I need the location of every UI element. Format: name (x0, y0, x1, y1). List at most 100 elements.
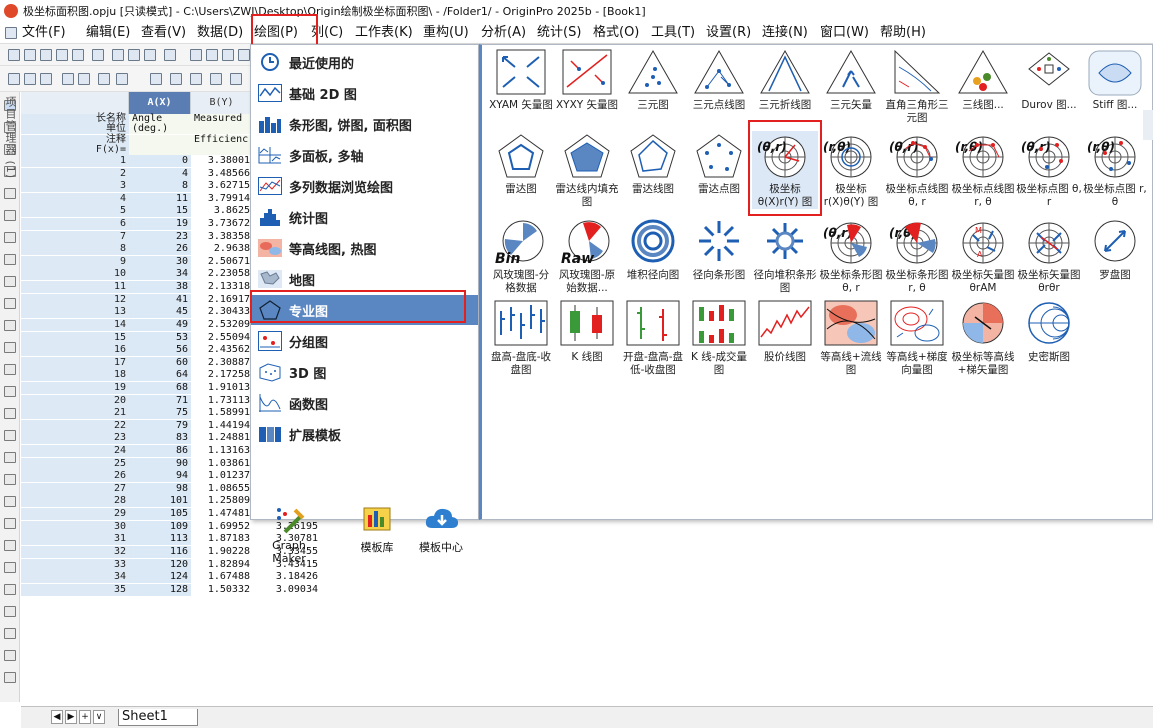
meta-cell-b[interactable] (191, 124, 253, 135)
gallery-item[interactable]: 股价线图 (752, 299, 818, 364)
row-number[interactable]: 16 (21, 344, 129, 357)
save-icon[interactable] (222, 49, 234, 61)
text-tool-icon[interactable] (4, 276, 16, 287)
gallery-item[interactable]: M A 极坐标矢量图 θrAM (950, 217, 1016, 295)
gallery-item[interactable]: (r,θ) 极坐标点线图 r, θ (950, 131, 1016, 209)
plot-menu-function[interactable]: 函数图 (251, 388, 478, 418)
row-number[interactable]: 6 (21, 218, 129, 231)
gallery-item[interactable]: 雷达点图 (686, 131, 752, 196)
rectangle-tool-icon[interactable] (4, 342, 16, 353)
row-number[interactable]: 7 (21, 230, 129, 243)
cell-b[interactable]: 3.79914 (191, 193, 253, 205)
cell-a[interactable]: 45 (129, 306, 191, 319)
gallery-item[interactable]: Raw 风玫瑰图-原始数据... (554, 217, 620, 295)
row-number[interactable]: 32 (21, 545, 129, 558)
row-number[interactable]: 26 (21, 470, 129, 483)
row-number[interactable]: 28 (21, 495, 129, 508)
gallery-scroll-edge[interactable] (1143, 110, 1153, 140)
gallery-item[interactable]: Durov 图... (1016, 47, 1082, 112)
cell-a[interactable]: 68 (129, 381, 191, 394)
cell-a[interactable]: 101 (129, 495, 191, 508)
undo-icon[interactable] (8, 73, 20, 85)
gallery-item[interactable]: 三元折线图 (752, 47, 818, 112)
cell-b[interactable]: 1.44194 (191, 420, 253, 432)
first-sheet-button[interactable]: ◀ (51, 710, 63, 724)
row-number[interactable]: 9 (21, 255, 129, 268)
menu-view[interactable]: 查看(V) (141, 24, 186, 42)
cell-a[interactable]: 124 (129, 571, 191, 584)
cell-b[interactable]: 1.82894 (191, 559, 253, 571)
cell-b[interactable]: 1.08655 (191, 483, 253, 495)
menu-connect[interactable]: 连接(N) (762, 24, 808, 42)
gallery-item[interactable]: Bin 风玫瑰图-分格数据 (488, 217, 554, 295)
cell-a[interactable]: 11 (129, 192, 191, 205)
row-number[interactable]: 30 (21, 520, 129, 533)
row-number[interactable]: 4 (21, 192, 129, 205)
cell-a[interactable]: 30 (129, 255, 191, 268)
gallery-item[interactable]: 史密斯图 (1016, 299, 1082, 364)
data-reader-icon[interactable] (4, 188, 16, 199)
math-icon[interactable] (62, 73, 74, 85)
meta-cell-a[interactable] (129, 134, 191, 145)
cell-a[interactable]: 109 (129, 520, 191, 533)
cell-b[interactable]: 1.87183 (191, 533, 253, 545)
menu-window[interactable]: 窗口(W) (820, 24, 869, 42)
cell-b[interactable]: 2.55094 (191, 332, 253, 344)
gallery-item[interactable]: 盘高-盘底-收盘图 (488, 299, 554, 377)
cell-b[interactable]: 1.67488 (191, 571, 253, 583)
cell-a[interactable]: 26 (129, 243, 191, 256)
menu-settings[interactable]: 设置(R) (706, 24, 751, 42)
gallery-item[interactable]: (θ,r) 极坐标条形图 θ, r (818, 217, 884, 295)
corner-cell[interactable] (21, 92, 129, 114)
cell-b[interactable]: 1.73113 (191, 395, 253, 407)
legend-tool-icon[interactable] (4, 496, 16, 507)
meta-cell-b[interactable] (191, 144, 253, 155)
plot-menu-statistics[interactable]: 统计图 (251, 202, 478, 232)
row-number[interactable]: 27 (21, 482, 129, 495)
cell-b[interactable]: 2.16917 (191, 294, 253, 306)
col-a-header[interactable]: A(X) (129, 92, 191, 114)
cell-a[interactable]: 83 (129, 432, 191, 445)
new-function-icon[interactable] (92, 49, 104, 61)
gallery-item[interactable]: (θ,r) 极坐标点图 θ, r (1016, 131, 1082, 209)
open-template-icon[interactable] (206, 49, 218, 61)
row-number[interactable]: 3 (21, 180, 129, 193)
cell-b[interactable]: 1.47481 (191, 508, 253, 520)
cell-b[interactable]: 2.30433 (191, 306, 253, 318)
cell-a[interactable]: 113 (129, 533, 191, 546)
new-notes-icon[interactable] (112, 49, 124, 61)
gallery-item[interactable]: 雷达线内填充图 (554, 131, 620, 209)
more-tools-icon[interactable] (4, 672, 16, 683)
plot-menu-specialized[interactable]: 专业图 (251, 295, 478, 325)
menu-plot[interactable]: 绘图(P) (254, 24, 298, 42)
gallery-item[interactable]: 等高线+梯度向量图 (884, 299, 950, 377)
cell-a[interactable]: 120 (129, 558, 191, 571)
cell-b[interactable]: 3.48566 (191, 168, 253, 180)
cell-a[interactable]: 86 (129, 445, 191, 458)
gallery-item[interactable]: (r,θ) 极坐标点图 r, θ (1082, 131, 1148, 209)
cell-b[interactable]: 1.91013 (191, 382, 253, 394)
cell-a[interactable]: 23 (129, 230, 191, 243)
menu-data[interactable]: 数据(D) (197, 24, 243, 42)
hand-tool-icon[interactable] (4, 386, 16, 397)
gallery-item[interactable]: 开盘-盘高-盘低-收盘图 (620, 299, 686, 377)
cell-a[interactable]: 60 (129, 356, 191, 369)
menu-column[interactable]: 列(C) (311, 24, 343, 42)
cell-b[interactable]: 1.01237 (191, 470, 253, 482)
meta-cell-a[interactable] (129, 144, 191, 155)
cell-b[interactable]: 3.38358 (191, 231, 253, 243)
gallery-item[interactable]: 雷达图 (488, 131, 554, 196)
cell-b[interactable]: 2.9638 (191, 243, 253, 255)
row-number[interactable]: 5 (21, 205, 129, 218)
import-icon[interactable] (144, 49, 156, 61)
gallery-item[interactable]: K 线-成交量图 (686, 299, 752, 377)
set-column-xy-icon[interactable] (150, 73, 162, 85)
open-icon[interactable] (190, 49, 202, 61)
cell-a[interactable]: 34 (129, 268, 191, 281)
cell-b[interactable]: 3.8625 (191, 205, 253, 217)
cell-a[interactable]: 0 (129, 155, 191, 167)
grid-menu-icon[interactable] (5, 27, 17, 39)
gallery-item[interactable]: 极坐标矢量图 θrθr (1016, 217, 1082, 295)
cell-b[interactable]: 1.58991 (191, 407, 253, 419)
plot-menu-multi-column[interactable]: 多列数据浏览绘图 (251, 171, 478, 201)
